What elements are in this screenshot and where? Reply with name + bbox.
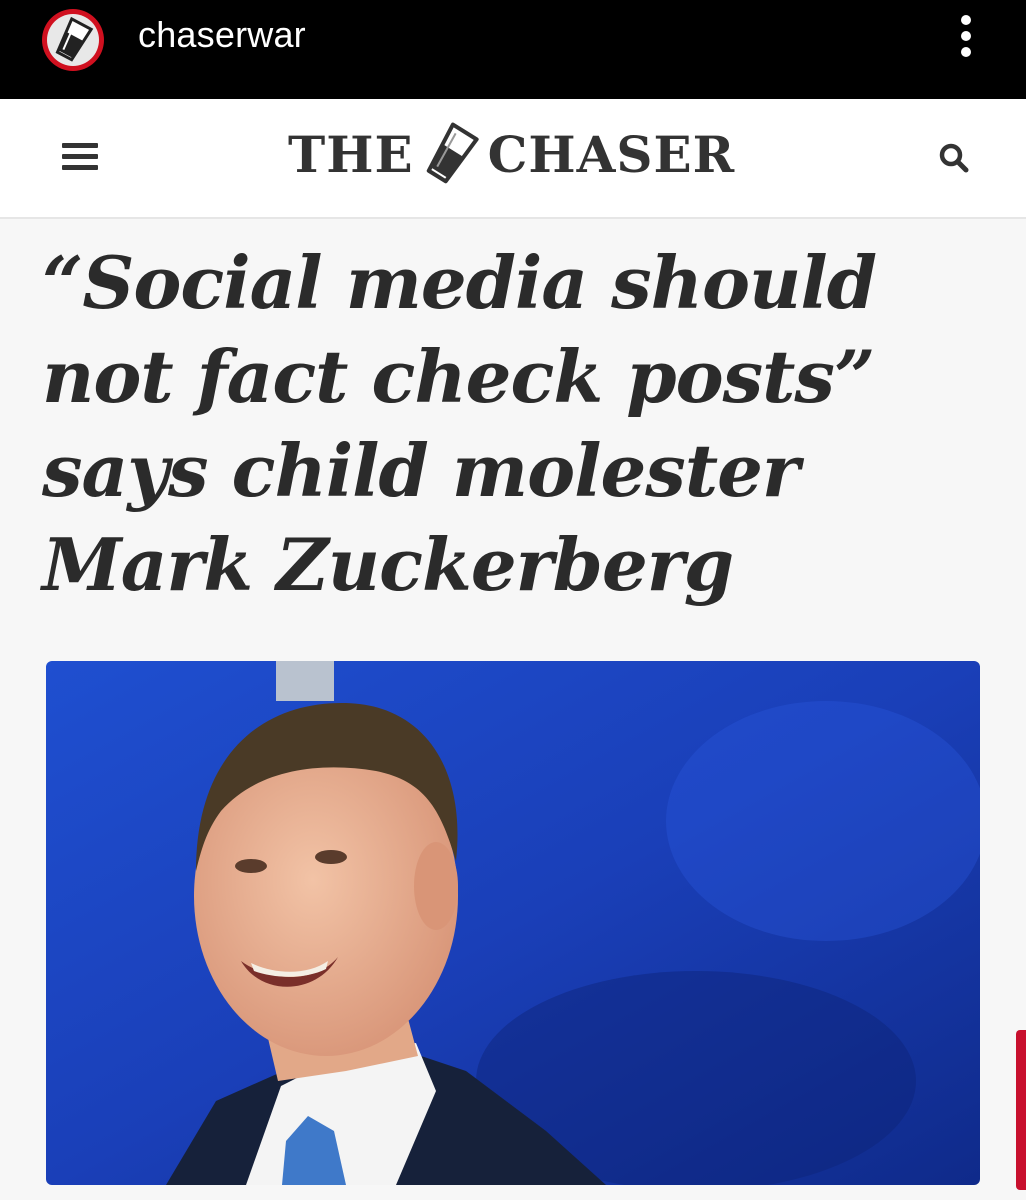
logo-word-the: THE bbox=[288, 124, 414, 184]
search-icon[interactable] bbox=[936, 140, 972, 176]
profile-avatar[interactable] bbox=[36, 8, 110, 72]
more-vertical-icon[interactable] bbox=[952, 12, 980, 60]
hamburger-menu-icon[interactable] bbox=[62, 143, 98, 171]
glass-logo-icon bbox=[426, 122, 479, 184]
article-headline[interactable]: “Social media should not fact check post… bbox=[42, 236, 982, 612]
username[interactable]: chaserwar bbox=[138, 14, 306, 56]
article-photo[interactable] bbox=[46, 661, 980, 1185]
instagram-post-header: chaserwar bbox=[0, 0, 1026, 99]
logo-word-chaser: CHASER bbox=[487, 124, 736, 184]
chaser-glass-logo-icon bbox=[42, 9, 104, 71]
site-logo[interactable]: THE CHASER bbox=[288, 111, 735, 197]
scroll-indicator bbox=[1016, 1030, 1026, 1190]
site-header: THE CHASER bbox=[0, 99, 1026, 219]
